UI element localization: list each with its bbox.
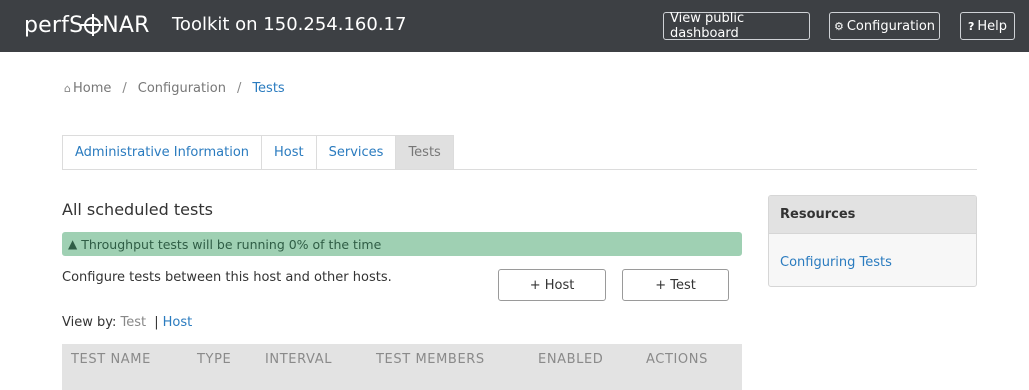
- breadcrumb-separator: /: [236, 81, 242, 96]
- help-label: Help: [977, 18, 1008, 34]
- add-host-button[interactable]: + Host: [498, 269, 606, 301]
- view-by-label: View by:: [62, 315, 117, 330]
- question-icon: ?: [967, 19, 975, 33]
- help-button[interactable]: ? Help: [960, 12, 1015, 40]
- view-by-separator: |: [154, 315, 159, 330]
- breadcrumb-separator: /: [122, 81, 127, 96]
- tab-host[interactable]: Host: [261, 135, 316, 170]
- resources-panel: Resources Configuring Tests: [768, 195, 977, 287]
- column-test-members[interactable]: TEST MEMBERS: [376, 352, 485, 367]
- tests-description: Configure tests between this host and ot…: [62, 270, 392, 285]
- column-type[interactable]: TYPE: [197, 352, 231, 367]
- tests-table-header: TEST NAME TYPE INTERVAL TEST MEMBERS ENA…: [62, 344, 742, 390]
- top-navbar: perfS NAR Toolkit on 150.254.160.17 View …: [0, 0, 1029, 52]
- column-test-name[interactable]: TEST NAME: [71, 352, 151, 367]
- breadcrumb: ⌂ Home / Configuration / Tests: [64, 81, 285, 96]
- column-actions: ACTIONS: [646, 352, 708, 367]
- view-by-test[interactable]: Test: [121, 315, 147, 330]
- config-tabs: Administrative Information Host Services…: [62, 135, 454, 170]
- throughput-alert: ▲ Throughput tests will be running 0% of…: [62, 232, 742, 256]
- app-title: Toolkit on 150.254.160.17: [172, 14, 407, 35]
- add-test-button[interactable]: + Test: [622, 269, 729, 301]
- throughput-alert-text: Throughput tests will be running 0% of t…: [81, 236, 382, 252]
- resources-title: Resources: [769, 196, 976, 234]
- logo-crosshair-icon: [84, 16, 102, 34]
- warning-icon: ▲: [68, 237, 78, 251]
- logo-text-right: NAR: [102, 12, 150, 38]
- logo-text-left: perfS: [24, 12, 84, 38]
- breadcrumb-home[interactable]: Home: [73, 81, 111, 96]
- page-title: All scheduled tests: [62, 200, 213, 219]
- breadcrumb-tests[interactable]: Tests: [252, 81, 284, 96]
- tab-services[interactable]: Services: [315, 135, 396, 170]
- view-by-host[interactable]: Host: [163, 315, 193, 330]
- breadcrumb-configuration[interactable]: Configuration: [138, 81, 226, 96]
- tab-tests[interactable]: Tests: [395, 135, 454, 170]
- column-enabled[interactable]: ENABLED: [538, 352, 603, 367]
- home-icon: ⌂: [64, 82, 71, 95]
- configuring-tests-link[interactable]: Configuring Tests: [780, 255, 892, 270]
- gear-icon: ⚙: [833, 19, 844, 33]
- view-public-dashboard-label: View public dashboard: [670, 11, 745, 41]
- perfsonar-logo[interactable]: perfS NAR: [24, 10, 150, 40]
- column-interval[interactable]: INTERVAL: [265, 352, 332, 367]
- configuration-label: Configuration: [846, 18, 936, 34]
- tab-administrative-information[interactable]: Administrative Information: [62, 135, 262, 170]
- view-by: View by: Test | Host: [62, 315, 192, 330]
- configuration-button[interactable]: ⚙ Configuration: [829, 12, 940, 40]
- tabs-divider: [62, 169, 977, 170]
- view-public-dashboard-button[interactable]: View public dashboard: [663, 11, 810, 41]
